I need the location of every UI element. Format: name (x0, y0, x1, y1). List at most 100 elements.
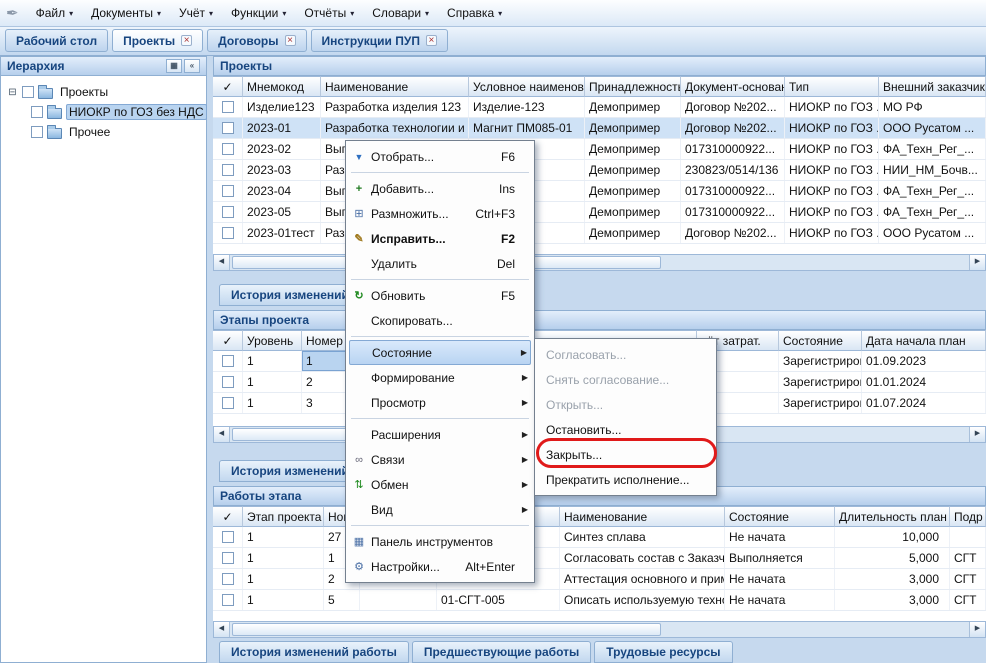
cell-level[interactable]: 1 (243, 393, 302, 413)
menu-item[interactable]: ↻ Обновить F5 (349, 283, 531, 308)
cell-type[interactable]: НИОКР по ГОЗ ... (785, 181, 879, 201)
cell-name[interactable]: Разработка технологии и (321, 118, 469, 138)
cell-duration-plan[interactable]: 5,000 (835, 548, 950, 568)
bottom-tab[interactable]: Трудовые ресурсы (594, 641, 732, 663)
row-select-cell[interactable] (213, 372, 243, 392)
cell-type[interactable]: НИОКР по ГОЗ ... (785, 223, 879, 243)
cell-external-customer[interactable]: ФА_Техн_Рег_... (879, 181, 986, 201)
cell-document-basis[interactable]: 230823/0514/136 (681, 160, 785, 180)
menubar-item[interactable]: Функции ▾ (222, 2, 295, 24)
cell-department[interactable]: СГТ (950, 548, 986, 568)
cell-start-date[interactable]: 01.01.2024 (862, 372, 986, 392)
table-row[interactable]: 2023-03 Разр 23/269 Демопример 230823/05… (213, 160, 986, 181)
cell-external-customer[interactable]: ООО Русатом ... (879, 223, 986, 243)
table-row[interactable]: 2023-01тест Разр й маг... Демопример Дог… (213, 223, 986, 244)
cell-level[interactable]: 1 (243, 372, 302, 392)
cell-mnemocode[interactable]: 2023-04 (243, 181, 321, 201)
cell-external-customer[interactable]: ООО Русатом ... (879, 118, 986, 138)
cell-type[interactable]: НИОКР по ГОЗ ... (785, 202, 879, 222)
cell-name[interactable]: Согласовать состав с Заказчиком (560, 548, 725, 568)
column-header[interactable]: ✓ (213, 506, 243, 527)
menu-item[interactable]: Просмотр ▶ (349, 390, 531, 415)
menubar-item[interactable]: Словари ▾ (363, 2, 438, 24)
cell-type[interactable]: НИОКР по ГОЗ ... (785, 160, 879, 180)
menu-item[interactable]: ▼ Отобрать... F6 (349, 144, 531, 169)
row-select-cell[interactable] (213, 202, 243, 222)
document-tab[interactable]: Проекты × (112, 29, 203, 52)
menubar-item[interactable]: Учёт ▾ (170, 2, 222, 24)
row-select-cell[interactable] (213, 160, 243, 180)
cell-type[interactable]: НИОКР по ГОЗ ... (785, 97, 879, 117)
cell-department[interactable]: СГТ (950, 590, 986, 610)
cell-document-basis[interactable]: Договор №202... (681, 118, 785, 138)
submenu-item[interactable]: Прекратить исполнение... (538, 467, 713, 492)
menu-item[interactable]: ▦ Панель инструментов (349, 529, 531, 554)
table-row[interactable]: 1 1 Согласовать состав с Заказчиком Выпо… (213, 548, 986, 569)
column-header[interactable]: Уровень (243, 330, 302, 351)
cell-type[interactable]: НИОКР по ГОЗ ... (785, 118, 879, 138)
cell-document-basis[interactable]: Договор №202... (681, 97, 785, 117)
cell-number[interactable]: 5 (324, 590, 360, 610)
cell-belonging[interactable]: Демопример (585, 223, 681, 243)
scroll-right-icon[interactable]: ▶ (969, 622, 985, 637)
checkbox[interactable] (31, 126, 43, 138)
column-header[interactable]: Наименование (560, 506, 725, 527)
table-row[interactable]: 1 27 Синтез сплава Не начата 10,000 (213, 527, 986, 548)
cell-belonging[interactable]: Демопример (585, 160, 681, 180)
column-header[interactable]: Наименование (321, 76, 469, 97)
cell-start-date[interactable]: 01.09.2023 (862, 351, 986, 371)
projects-hscrollbar[interactable]: ◀ ▶ (213, 255, 986, 271)
scroll-right-icon[interactable]: ▶ (969, 255, 985, 270)
row-select-cell[interactable] (213, 139, 243, 159)
cell-state[interactable]: Не начата (725, 590, 835, 610)
cell-state[interactable]: Зарегистрирован (779, 351, 862, 371)
row-select-cell[interactable] (213, 548, 243, 568)
cell-type[interactable]: НИОКР по ГОЗ ... (785, 139, 879, 159)
tree-item-label[interactable]: НИОКР по ГОЗ без НДС (66, 104, 207, 120)
column-header[interactable]: Мнемокод (243, 76, 321, 97)
cell-conditional-name[interactable]: Магнит ПМ085-01 (469, 118, 585, 138)
cell-duration-plan[interactable]: 3,000 (835, 590, 950, 610)
tree-item[interactable]: НИОКР по ГОЗ без НДС (1, 102, 206, 122)
panel-collapse-icon[interactable]: « (184, 59, 200, 73)
cell-project-stage[interactable]: 1 (243, 548, 324, 568)
scrollbar-thumb[interactable] (232, 623, 661, 636)
cell-state[interactable]: Не начата (725, 527, 835, 547)
column-header[interactable]: Подр (950, 506, 986, 527)
checkbox[interactable] (222, 594, 234, 606)
row-select-cell[interactable] (213, 569, 243, 589)
cell-mnemocode[interactable]: 2023-01 (243, 118, 321, 138)
row-select-cell[interactable] (213, 351, 243, 371)
checkbox[interactable] (222, 206, 234, 218)
scroll-left-icon[interactable]: ◀ (214, 427, 230, 442)
row-select-cell[interactable] (213, 223, 243, 243)
cell-belonging[interactable]: Демопример (585, 181, 681, 201)
cell-start-date[interactable]: 01.07.2024 (862, 393, 986, 413)
checkbox[interactable] (222, 397, 234, 409)
document-tab[interactable]: Договоры × (207, 29, 306, 52)
bottom-tab[interactable]: Предшествующие работы (412, 641, 591, 663)
column-header[interactable]: Документ-основан (681, 76, 785, 97)
cell-department[interactable] (950, 527, 986, 547)
menu-item[interactable]: + Добавить... Ins (349, 176, 531, 201)
column-header[interactable]: ✓ (213, 330, 243, 351)
cell-mnemocode[interactable]: 2023-01тест (243, 223, 321, 243)
cell-project-stage[interactable]: 1 (243, 590, 324, 610)
cell-mnemocode[interactable]: 2023-05 (243, 202, 321, 222)
cell-document-basis[interactable]: 017310000922... (681, 202, 785, 222)
cell-project-stage[interactable]: 1 (243, 569, 324, 589)
cell-duration-plan[interactable]: 3,000 (835, 569, 950, 589)
close-icon[interactable]: × (181, 35, 192, 46)
cell-external-customer[interactable]: НИИ_НМ_Бочв... (879, 160, 986, 180)
checkbox[interactable] (222, 101, 234, 113)
table-row[interactable]: 2023-02 Вып -ЭМС Демопример 017310000922… (213, 139, 986, 160)
menu-item[interactable]: Формирование ▶ (349, 365, 531, 390)
scroll-left-icon[interactable]: ◀ (214, 255, 230, 270)
column-header[interactable]: Тип (785, 76, 879, 97)
cell-name[interactable]: Разработка изделия 123 (321, 97, 469, 117)
checkbox[interactable] (31, 106, 43, 118)
scroll-left-icon[interactable]: ◀ (214, 622, 230, 637)
table-row[interactable]: 1 5 01-СГТ-005 Описать используемую техн… (213, 590, 986, 611)
menu-item[interactable]: Вид ▶ (349, 497, 531, 522)
close-icon[interactable]: × (426, 35, 437, 46)
